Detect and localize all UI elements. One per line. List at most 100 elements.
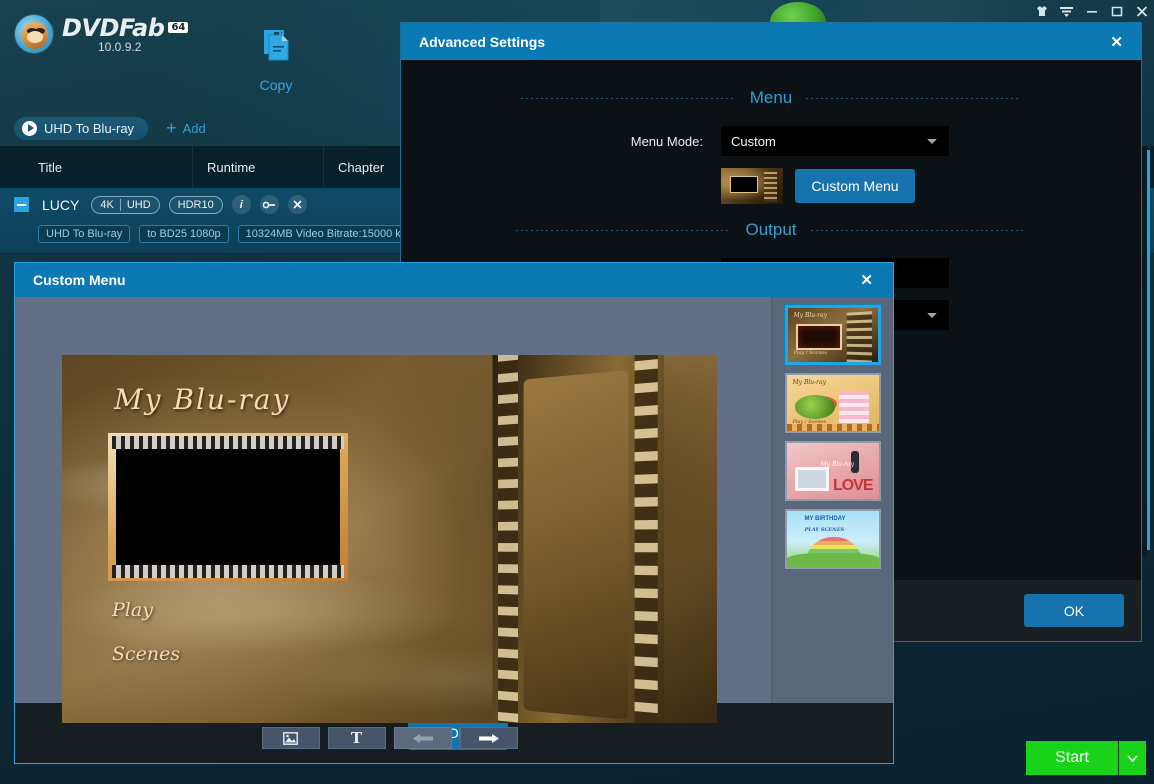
template-food-cake[interactable]: My Blu-ray Play / Scenes [784, 373, 881, 433]
tag-conversion[interactable]: UHD To Blu-ray [38, 225, 131, 243]
template-sub: Play / Scenes [792, 419, 827, 425]
badge-4k: 4K [100, 198, 114, 211]
chevron-down-icon [927, 139, 937, 144]
menu-preview-canvas[interactable]: My Blu-ray Play Scenes [62, 355, 717, 723]
template-title: My Blu-ray [792, 379, 827, 386]
dvdfab-mascot-icon [14, 14, 54, 54]
menu-template-row: Custom Menu [401, 168, 1141, 204]
template-title: My Blu-ray [793, 312, 828, 319]
mode-label: UHD To Blu-ray [44, 120, 135, 136]
start-dropdown-button[interactable] [1118, 741, 1146, 775]
custom-menu-body: My Blu-ray Play Scenes T My Blu-ray Play… [15, 297, 893, 749]
skin-icon[interactable] [1029, 0, 1054, 22]
close-icon[interactable]: ✕ [1106, 33, 1127, 51]
custom-menu-title: Custom Menu [33, 272, 126, 288]
badge-uhd: UHD [119, 198, 151, 211]
start-button-group: Start [1026, 741, 1146, 775]
close-icon[interactable] [1129, 0, 1154, 22]
menu-edit-toolbar: T [62, 727, 717, 749]
module-copy-label: Copy [259, 77, 293, 93]
chevron-down-icon [927, 313, 937, 318]
template-title: MY BIRTHDAY [804, 516, 846, 522]
wrench-icon[interactable] [259, 195, 279, 214]
menu-mode-label: Menu Mode: [630, 133, 703, 149]
field-menu-mode: Menu Mode: Custom [401, 126, 1141, 156]
insert-text-button[interactable]: T [327, 727, 386, 749]
food-decor [794, 395, 835, 419]
custom-menu-preview-pane: My Blu-ray Play Scenes T [15, 297, 771, 749]
maximize-icon[interactable] [1104, 0, 1129, 22]
window-controls [1029, 0, 1154, 22]
menu-heading-text[interactable]: My Blu-ray [114, 383, 290, 416]
section-title-output: Output [745, 220, 797, 239]
plus-icon: + [166, 118, 177, 138]
menu-mode-value: Custom [731, 133, 776, 149]
template-list: My Blu-ray Play / Scenes My Blu-ray Play… [771, 297, 893, 703]
thumbnail-screen [730, 176, 758, 193]
template-wedding-love[interactable]: LOVE My Blu-ray [784, 441, 881, 501]
close-icon[interactable]: ✕ [856, 271, 877, 289]
template-sub: PLAY SCENES [804, 527, 845, 533]
row-title: LUCY [42, 196, 80, 213]
app-version: 10.0.9.2 [98, 40, 142, 54]
hill-decor [786, 553, 879, 567]
custom-menu-titlebar: Custom Menu ✕ [15, 263, 893, 297]
advanced-settings-title: Advanced Settings [419, 33, 546, 50]
start-button[interactable]: Start [1026, 741, 1118, 775]
menu-thumbnail-frame[interactable] [108, 433, 348, 581]
app-logo: DVDFab 64 10.0.9.2 [14, 14, 189, 54]
mode-selector-uhd-to-bluray[interactable]: UHD To Blu-ray [14, 116, 149, 140]
template-sub: Play / Scenes [793, 350, 828, 356]
tag-bitrate[interactable]: 10324MB Video Bitrate:15000 kbps [237, 225, 427, 243]
section-header-output: Output [401, 220, 1141, 240]
menu-mode-select[interactable]: Custom [721, 126, 949, 156]
row-collapse-toggle[interactable] [14, 197, 29, 212]
template-preview-image [794, 467, 829, 491]
text-icon: T [350, 729, 363, 747]
insert-image-button[interactable] [261, 727, 320, 749]
vertical-scrollbar[interactable] [1147, 150, 1150, 550]
template-film-reel[interactable]: My Blu-ray Play / Scenes [783, 304, 882, 366]
menu-down-icon[interactable] [1054, 0, 1079, 22]
divider-left [516, 229, 732, 231]
section-title-menu: Menu [749, 88, 793, 107]
add-source-button[interactable]: + Add [166, 119, 206, 137]
logo-arch-badge: 64 [168, 22, 189, 33]
previous-page-button[interactable] [393, 727, 452, 749]
cake-decor [838, 391, 869, 423]
advanced-settings-ok-button[interactable]: OK [1024, 594, 1124, 627]
menu-scenes-label[interactable]: Scenes [112, 643, 180, 665]
film-strip-inner [523, 370, 629, 720]
custom-menu-button[interactable]: Custom Menu [795, 169, 915, 203]
section-header-menu: Menu [401, 88, 1141, 108]
next-page-button[interactable] [459, 727, 518, 749]
add-label: Add [182, 120, 206, 136]
template-preview-image [795, 324, 842, 350]
arrow-left-icon [412, 733, 433, 743]
film-strip-decor [492, 355, 665, 723]
divider-right [810, 229, 1026, 231]
info-icon[interactable]: i [231, 195, 251, 214]
film-reel-decor [764, 172, 777, 202]
arrow-right-icon [478, 733, 499, 743]
play-circle-icon [22, 120, 37, 136]
divider-right [806, 97, 1022, 99]
logo-name: DVDFab [62, 14, 165, 42]
menu-play-label[interactable]: Play [112, 599, 153, 621]
module-copy[interactable]: Copy [248, 28, 304, 93]
menu-video-placeholder [116, 447, 340, 567]
template-kids-birthday[interactable]: MY BIRTHDAY PLAY SCENES [784, 509, 881, 569]
advanced-settings-titlebar: Advanced Settings ✕ [401, 23, 1141, 60]
badge-hdr10: HDR10 [168, 195, 223, 214]
custom-menu-dialog: Custom Menu ✕ My Blu-ray Play Scenes T M… [14, 262, 894, 764]
minimize-icon[interactable] [1079, 0, 1104, 22]
document-copy-icon [264, 30, 289, 61]
badge-resolution: 4K UHD [91, 195, 160, 214]
close-icon[interactable] [287, 195, 307, 214]
column-header-title: Title [0, 146, 193, 188]
image-icon [283, 731, 298, 745]
chevron-down-icon [1127, 754, 1138, 762]
column-header-runtime: Runtime [193, 146, 324, 188]
menu-template-thumbnail[interactable] [721, 168, 783, 204]
tag-output-format[interactable]: to BD25 1080p [139, 225, 229, 243]
